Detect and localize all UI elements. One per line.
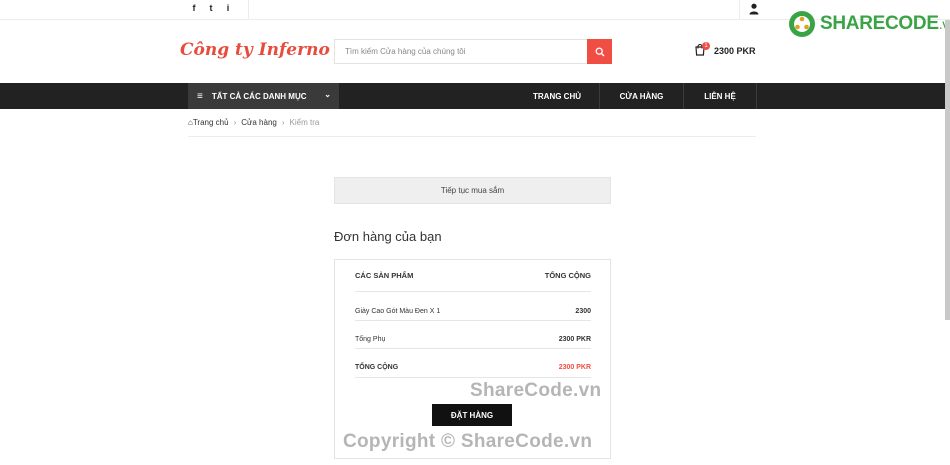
watermark-copyright: Copyright © ShareCode.vn xyxy=(343,431,593,452)
total-value: 2300 PKR xyxy=(558,364,591,371)
divider xyxy=(355,291,591,292)
nav-links: TRANG CHỦ CỬA HÀNG LIÊN HỆ xyxy=(515,83,757,109)
total-row: TỔNG CỘNG 2300 PKR xyxy=(355,364,591,371)
order-summary: CÁC SẢN PHẨM TỔNG CỘNG Giày Cao Gót Màu … xyxy=(334,259,611,459)
social-links: f t i xyxy=(190,3,232,13)
divider xyxy=(355,377,591,378)
divider xyxy=(355,320,591,321)
subtotal-row: Tổng Phụ 2300 PKR xyxy=(355,336,591,343)
sharecode-logo: SHARECODE.vn xyxy=(788,10,950,38)
subtotal-value: 2300 PKR xyxy=(558,336,591,343)
place-order-button[interactable]: ĐẶT HÀNG xyxy=(432,404,512,426)
header-total: TỔNG CỘNG xyxy=(544,271,591,280)
watermark-text: ShareCode.vn xyxy=(470,380,602,401)
item-price: 2300 xyxy=(575,308,591,315)
total-label: TỔNG CỘNG xyxy=(355,364,399,371)
item-name: Giày Cao Gót Màu Đen X 1 xyxy=(355,308,441,315)
chevron-down-icon: ⌄ xyxy=(324,90,331,99)
search-button[interactable] xyxy=(587,39,612,64)
breadcrumb: ⌂Trang chủ › Cửa hàng › Kiểm tra xyxy=(188,118,319,127)
all-categories-button[interactable]: ≡ TẤT CẢ CÁC DANH MỤC ⌄ xyxy=(188,83,339,109)
scrollbar[interactable] xyxy=(945,20,950,320)
cart-count-badge: 1 xyxy=(702,42,710,50)
divider xyxy=(188,136,756,137)
sharecode-logo-icon xyxy=(789,11,815,37)
nav-item-shop[interactable]: CỬA HÀNG xyxy=(600,83,684,109)
breadcrumb-current: Kiểm tra xyxy=(289,118,320,127)
facebook-icon[interactable]: f xyxy=(190,3,198,13)
menu-icon: ≡ xyxy=(197,90,203,102)
nav-item-contact[interactable]: LIÊN HỆ xyxy=(684,83,757,109)
breadcrumb-separator: › xyxy=(281,118,285,127)
search-input[interactable] xyxy=(334,39,587,64)
order-title: Đơn hàng của bạn xyxy=(334,229,442,244)
search-icon xyxy=(595,47,604,56)
divider xyxy=(355,348,591,349)
divider xyxy=(739,0,740,20)
breadcrumb-shop[interactable]: Cửa hàng xyxy=(241,118,277,127)
cart-total[interactable]: 2300 PKR xyxy=(714,46,756,56)
continue-shopping-button[interactable]: Tiếp tục mua sắm xyxy=(334,177,611,204)
nav-item-home[interactable]: TRANG CHỦ xyxy=(515,83,600,109)
breadcrumb-separator: › xyxy=(233,118,237,127)
header-products: CÁC SẢN PHẨM xyxy=(355,271,414,280)
twitter-icon[interactable]: t xyxy=(207,3,215,13)
subtotal-label: Tổng Phụ xyxy=(355,336,386,343)
breadcrumb-home[interactable]: ⌂Trang chủ xyxy=(188,118,229,127)
all-categories-label: TẤT CẢ CÁC DANH MỤC xyxy=(211,91,307,101)
sharecode-logo-text: SHARECODE.vn xyxy=(820,13,950,34)
site-logo[interactable]: Công ty Inferno xyxy=(180,40,330,60)
order-table-header: CÁC SẢN PHẨM TỔNG CỘNG xyxy=(355,271,591,280)
main-nav: ≡ TẤT CẢ CÁC DANH MỤC ⌄ TRANG CHỦ CỬA HÀ… xyxy=(0,83,950,109)
divider xyxy=(248,0,249,20)
order-item-row: Giày Cao Gót Màu Đen X 1 2300 xyxy=(355,308,591,315)
user-icon[interactable] xyxy=(749,3,759,15)
instagram-icon[interactable]: i xyxy=(224,3,232,13)
